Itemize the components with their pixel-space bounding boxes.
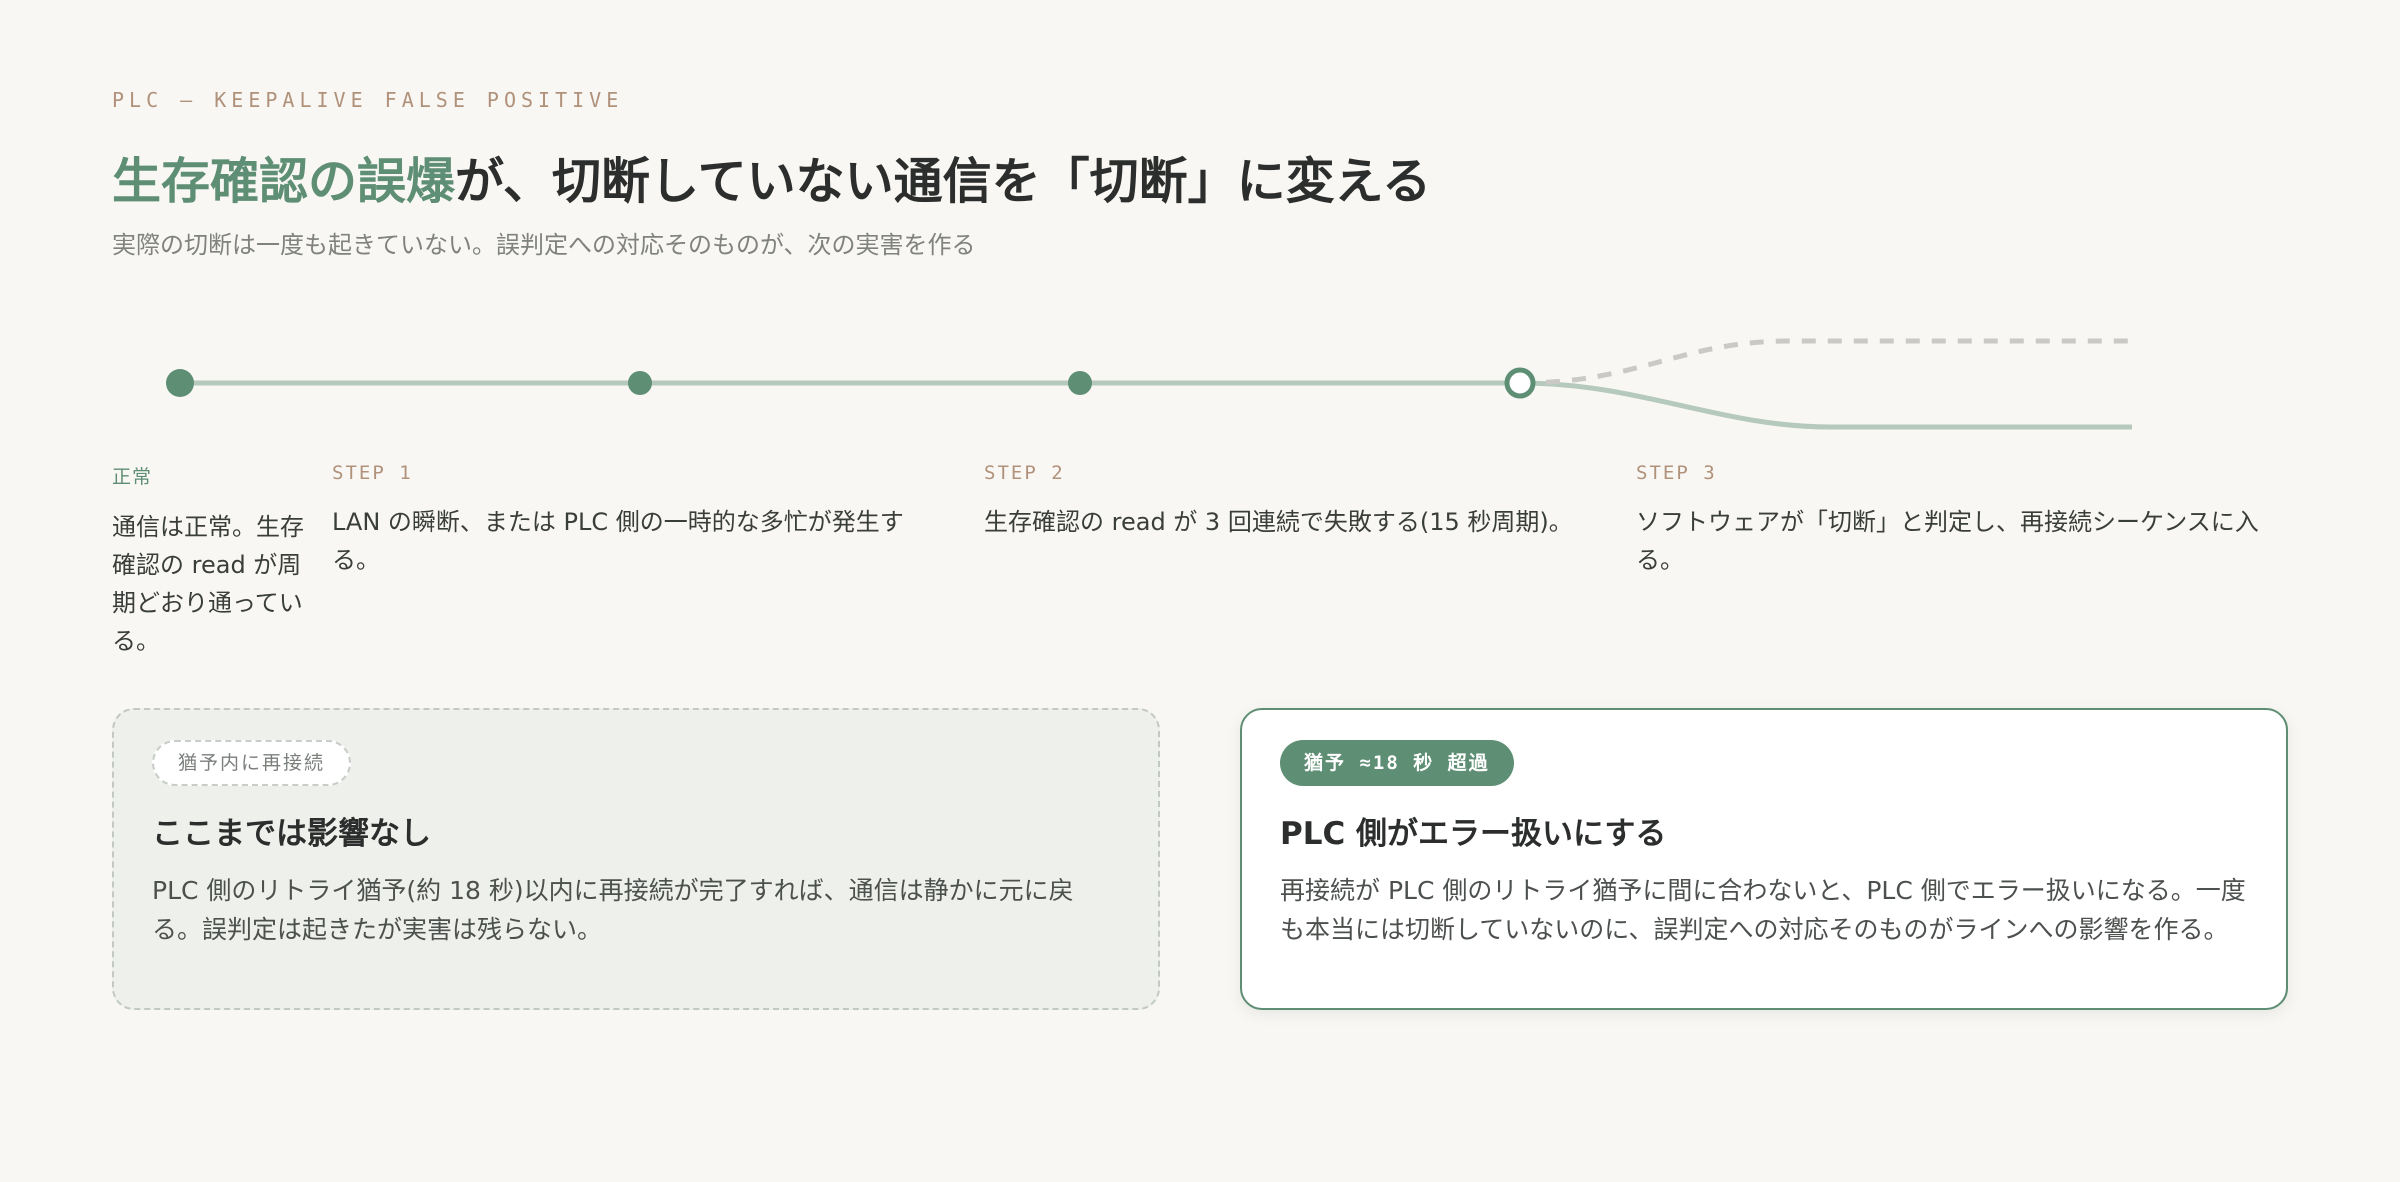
grace-card-body: PLC 側のリトライ猶予(約 18 秒)以内に再接続が完了すれば、通信は静かに元… — [152, 876, 1074, 944]
timeline-node-normal — [166, 369, 194, 397]
title-rest: が、切断していない通信を「切断」に変える — [455, 153, 1432, 210]
timeline-node-step2 — [1068, 371, 1092, 395]
error-card-body: 再接続が PLC 側のリトライ猶予に間に合わないと、PLC 側でエラー扱いになる… — [1280, 876, 2246, 944]
error-badge: 猶予 ≈18 秒 超過 — [1280, 740, 1514, 786]
step-3: STEP 3 ソフトウェアが「切断」と判定し、再接続シーケンスに入る。 — [1636, 462, 2276, 579]
timeline-node-step3 — [1504, 367, 1536, 399]
step-2: STEP 2 生存確認の read が 3 回連続で失敗する(15 秒周期)。 — [984, 462, 1604, 541]
step-1: STEP 1 LAN の瞬断、または PLC 側の一時的な多忙が発生する。 — [332, 462, 932, 579]
branch-grace-path — [1519, 338, 2132, 386]
outcome-card-error: 猶予 ≈18 秒 超過 PLC 側がエラー扱いにする 再接続が PLC 側のリト… — [1240, 708, 2288, 1010]
step-label: 正常 — [112, 466, 153, 488]
grace-badge: 猶予内に再接続 — [152, 740, 352, 786]
step-text: 通信は正常。生存確認の read が周期どおり通っている。 — [112, 513, 304, 655]
eyebrow-label: PLC — KEEPALIVE FALSE POSITIVE — [112, 88, 624, 112]
step-label: STEP 2 — [984, 462, 1065, 484]
step-text: ソフトウェアが「切断」と判定し、再接続シーケンスに入る。 — [1636, 508, 2259, 574]
outcome-card-grace: 猶予内に再接続 ここまでは影響なし PLC 側のリトライ猶予(約 18 秒)以内… — [112, 708, 1160, 1010]
page-title: 生存確認の誤爆が、切断していない通信を「切断」に変える — [112, 142, 1431, 213]
page-subtitle: 実際の切断は一度も起きていない。誤判定への対応そのものが、次の実害を作る — [112, 231, 976, 259]
step-text: 生存確認の read が 3 回連続で失敗する(15 秒周期)。 — [984, 508, 1573, 536]
title-accent: 生存確認の誤爆 — [112, 153, 456, 210]
step-label: STEP 3 — [1636, 462, 1717, 484]
branch-error-path — [1519, 380, 2132, 430]
step-normal: 正常 通信は正常。生存確認の read が周期どおり通っている。 — [112, 462, 312, 660]
step-label: STEP 1 — [332, 462, 413, 484]
error-card-title: PLC 側がエラー扱いにする — [1280, 816, 1667, 852]
grace-card-title: ここまでは影響なし — [152, 816, 431, 852]
timeline-node-step1 — [628, 371, 652, 395]
timeline-diagram — [166, 338, 2132, 430]
step-text: LAN の瞬断、または PLC 側の一時的な多忙が発生する。 — [332, 508, 904, 574]
